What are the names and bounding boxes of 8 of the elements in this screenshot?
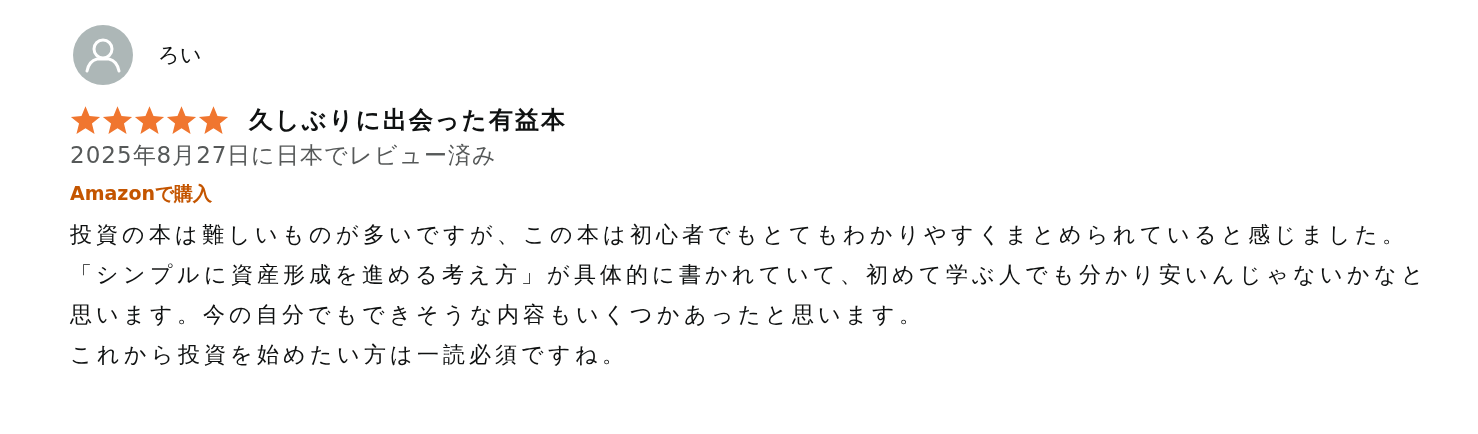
review-title[interactable]: 久しぶりに出会った有益本 [249,104,567,136]
avatar-icon [73,25,133,85]
review-date: 2025年8月27日に日本でレビュー済み [70,141,499,170]
verified-purchase-label: Amazonで購入 [70,181,213,206]
review-text: 投資の本は難しいものが多いですが、この本は初心者でもとてもわかりやすくまとめられていると感じました。 [70,221,1409,249]
author-name[interactable]: ろい [158,41,202,69]
review-text: 「シンプルに資産形成を進める考え方」が具体的に書かれていて、初めて学ぶ人でも分かり安いんじゃないかなと思います。今の自分でもできそうな内容もいくつかあったと思います。 [70,261,1429,329]
review-text: これから投資を始めたい方は一読必須ですね。 [70,341,629,369]
